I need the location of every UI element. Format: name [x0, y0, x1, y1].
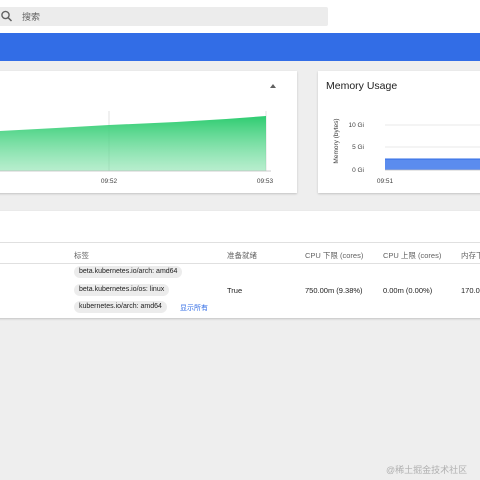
search-box[interactable]	[0, 7, 328, 26]
x-tick-label: 09:52	[101, 178, 118, 185]
cpu-usage-chart: 09:52 09:53	[0, 111, 274, 185]
watermark: @稀土掘金技术社区	[386, 465, 468, 475]
y-tick-label: 10 Gi	[348, 122, 364, 129]
top-toolbar	[0, 0, 480, 33]
show-all-labels-link[interactable]: 显示所有	[180, 303, 208, 313]
column-header-ready: 准备就绪	[227, 251, 257, 260]
label-chip: beta.kubernetes.io/os: linux	[74, 284, 170, 296]
search-icon	[1, 10, 13, 22]
divider	[0, 242, 480, 243]
y-tick-label: 0 Gi	[352, 167, 364, 174]
memory-usage-card: Memory Usage Memory (bytes) 10 Gi 5 Gi 0…	[318, 71, 480, 193]
label-chip: beta.kubernetes.io/arch: amd64	[74, 266, 183, 278]
column-header-cpu-requests: CPU 下限 (cores)	[305, 251, 364, 260]
y-tick-label: 5 Gi	[352, 144, 364, 151]
column-header-labels: 标签	[74, 251, 89, 260]
memory-usage-chart: Memory (bytes) 10 Gi 5 Gi 0 Gi 09:51	[333, 118, 480, 185]
memory-requests-value: 170.0	[461, 286, 480, 295]
cpu-usage-card: 09:52 09:53	[0, 71, 297, 193]
x-tick-label: 09:51	[377, 178, 394, 185]
node-table-card: 标签 准备就绪 CPU 下限 (cores) CPU 上限 (cores) 内存…	[0, 211, 480, 318]
cpu-limits-value: 0.00m (0.00%)	[383, 286, 433, 295]
column-header-memory-requests: 内存下	[461, 251, 480, 260]
divider	[0, 263, 480, 264]
y-axis-label: Memory (bytes)	[333, 118, 340, 163]
label-chip: kubernetes.io/arch: amd64	[74, 301, 167, 313]
memory-usage-area	[385, 159, 480, 170]
cpu-usage-area	[0, 116, 266, 171]
column-header-cpu-limits: CPU 上限 (cores)	[383, 251, 442, 260]
collapse-icon[interactable]	[269, 82, 277, 90]
ready-value: True	[227, 286, 243, 295]
cpu-requests-value: 750.00m (9.38%)	[305, 286, 363, 295]
title-bar	[0, 33, 480, 61]
x-tick-label: 09:53	[257, 178, 274, 185]
search-input[interactable]	[22, 7, 312, 26]
